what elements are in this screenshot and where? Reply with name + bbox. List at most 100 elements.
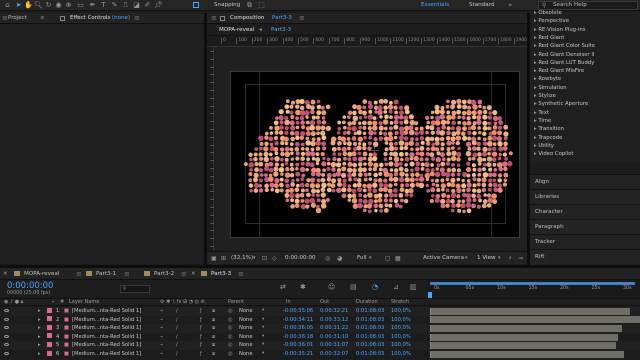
workspace-overflow-icon[interactable]: » xyxy=(508,0,512,11)
layer-stretch[interactable]: 100,0% xyxy=(391,333,411,342)
view-layout-select[interactable]: 1 View xyxy=(477,252,496,265)
layer-out-point[interactable]: 0:00:31:10 xyxy=(320,333,348,342)
layer-row[interactable]: ▸ 4 ■ [Medium...nta-Red Solid 1] ⌁ ∕ ƒ ⧈ ◎ None ▾ -… xyxy=(0,332,640,342)
effect-category-item[interactable]: ▸ Trapcode xyxy=(534,134,562,143)
layer-duration[interactable]: 0:01:08:03 xyxy=(356,324,384,333)
layer-in-point[interactable]: -0:00:35:06 xyxy=(283,307,313,316)
type-tool-icon[interactable]: T xyxy=(99,1,108,10)
region-of-interest-icon[interactable]: ▢ xyxy=(385,252,391,265)
magnification-icon[interactable]: ⊞ xyxy=(221,252,226,265)
effect-category-item[interactable]: ▸ Red Giant MisFire xyxy=(534,67,584,76)
effect-switch-icon[interactable]: ƒ xyxy=(200,333,202,342)
3d-layer-switch-icon[interactable]: ⧈ xyxy=(212,341,215,350)
layer-out-point[interactable]: 0:00:32:07 xyxy=(320,350,348,359)
quality-switch-icon[interactable]: ∕ xyxy=(176,307,178,316)
pan-behind-tool-icon[interactable]: ⊕ xyxy=(64,1,73,10)
label-color-swatch[interactable] xyxy=(47,350,52,359)
align-panel[interactable]: Align xyxy=(530,174,640,189)
zoom-level[interactable]: (32,1%) xyxy=(231,252,253,265)
parent-select[interactable]: None xyxy=(239,350,253,359)
expand-layer-icon[interactable]: ▸ xyxy=(38,341,41,350)
parent-pickwhip-icon[interactable]: ◎ xyxy=(228,316,233,325)
tab-part3-3[interactable]: Part3-3 xyxy=(201,268,231,280)
layer-name[interactable]: [Medium...nta-Red Solid 1] xyxy=(72,350,141,359)
close-tab-icon[interactable]: ✕ xyxy=(191,268,196,280)
parent-dropdown-icon[interactable]: ▾ xyxy=(262,333,264,342)
parent-select[interactable]: None xyxy=(239,307,253,316)
effect-category-item[interactable]: ▸ Obsolete xyxy=(534,9,562,18)
breadcrumb-item-part3-3[interactable]: Part3-3 xyxy=(271,25,291,36)
label-color-swatch[interactable] xyxy=(47,307,52,316)
layer-duration[interactable]: 0:01:08:03 xyxy=(356,341,384,350)
effect-switch-icon[interactable]: ƒ xyxy=(200,350,202,359)
tab-menu-icon[interactable]: ≡ xyxy=(124,268,130,280)
layer-duration-bar[interactable] xyxy=(430,350,624,358)
parent-select[interactable]: None xyxy=(239,341,253,350)
effect-category-item[interactable]: ▸ Video Copilot xyxy=(534,150,573,159)
effect-category-item[interactable]: ▸ Synthetic Aperture xyxy=(534,100,588,109)
workspace-essentials[interactable]: Essentials xyxy=(421,0,449,11)
3d-layer-switch-icon[interactable]: ⧈ xyxy=(212,350,215,359)
tab-menu-icon[interactable]: ≡ xyxy=(238,268,244,280)
layer-duration-bar[interactable] xyxy=(430,342,616,350)
rectangle-tool-icon[interactable]: ▭ xyxy=(76,1,85,10)
layer-duration-bar[interactable] xyxy=(430,324,622,332)
brush-tool-icon[interactable]: ✎ xyxy=(110,1,119,10)
layer-in-point[interactable]: -0:00:35:21 xyxy=(283,350,313,359)
effect-category-item[interactable]: ▸ Perspective xyxy=(534,17,569,26)
view-dropdown-icon[interactable]: ▾ xyxy=(498,252,501,265)
camera-select[interactable]: Active Camera xyxy=(423,252,464,265)
layer-duration[interactable]: 0:01:08:03 xyxy=(356,350,384,359)
layer-name[interactable]: [Medium...nta-Red Solid 1] xyxy=(72,324,141,333)
chart-icon[interactable]: ▥ xyxy=(410,283,417,291)
always-preview-icon[interactable]: ▣ xyxy=(211,252,217,265)
effect-category-item[interactable]: ▸ Simulation xyxy=(534,84,567,93)
layer-out-point[interactable]: 0:00:32:21 xyxy=(320,307,348,316)
stretch-column[interactable]: Stretch xyxy=(391,299,409,306)
tab-composition[interactable]: Composition xyxy=(230,13,264,24)
rotate-tool-icon[interactable]: ↻ xyxy=(44,1,53,10)
tab-part3-1[interactable]: Part3-1 xyxy=(86,268,116,280)
3d-layer-switch-icon[interactable]: ⧈ xyxy=(212,316,215,325)
hand-tool-icon[interactable]: ✋ xyxy=(24,1,33,10)
effect-category-item[interactable]: ▸ Transition xyxy=(534,125,564,134)
tab-menu-icon[interactable]: ≡ xyxy=(76,268,82,280)
quality-switch-icon[interactable]: ∕ xyxy=(176,341,178,350)
label-color-swatch[interactable] xyxy=(47,324,52,333)
layer-duration-bar[interactable] xyxy=(430,316,640,324)
layer-duration[interactable]: 0:01:08:03 xyxy=(356,307,384,316)
effect-category-item[interactable]: ▸ Text xyxy=(534,109,549,118)
pen-tool-icon[interactable]: ✒ xyxy=(88,1,97,10)
frame-blending-icon[interactable]: ▤ xyxy=(350,283,357,291)
paragraph-panel[interactable]: Paragraph xyxy=(530,219,640,234)
mask-visibility-icon[interactable]: ◇ xyxy=(272,252,277,265)
layer-duration-bar[interactable] xyxy=(430,333,618,341)
comp-canvas[interactable]: 400 xyxy=(230,71,520,238)
expand-layer-icon[interactable]: ▸ xyxy=(38,316,41,325)
camera-tool-icon[interactable]: ◉ xyxy=(54,1,63,10)
layer-stretch[interactable]: 100,0% xyxy=(391,350,411,359)
layer-row[interactable]: ▸ 5 ■ [Medium...nta-Red Solid 1] ⌁ ∕ ƒ ⧈ ◎ None ▾ -… xyxy=(0,341,640,350)
comp-viewer[interactable]: 400 xyxy=(214,47,527,251)
duration-column[interactable]: Duration xyxy=(356,299,378,306)
show-channel-icon[interactable]: ◕ xyxy=(337,252,342,265)
quality-switch-icon[interactable]: ∕ xyxy=(176,324,178,333)
layer-in-point[interactable]: -0:00:36:05 xyxy=(283,324,313,333)
comp-timecode[interactable]: 0:00:00:00 xyxy=(285,252,316,265)
breadcrumb-item-mopa-reveal[interactable]: MOPA-reveal xyxy=(219,25,254,36)
eraser-tool-icon[interactable]: ◪ xyxy=(132,1,141,10)
tab-mopa-reveal[interactable]: MOPA-reveal xyxy=(14,268,59,280)
time-ruler[interactable]: 0s 05s 10s 15s 20s 25s 30s xyxy=(428,280,640,298)
character-panel[interactable]: Character xyxy=(530,204,640,219)
effect-category-item[interactable]: ▸ Red Giant Color Suite xyxy=(534,42,595,51)
parent-dropdown-icon[interactable]: ▾ xyxy=(262,324,264,333)
snapshot-icon[interactable]: ◎ xyxy=(325,252,330,265)
effect-switch-icon[interactable]: ƒ xyxy=(200,324,202,333)
workspace-standard[interactable]: Standard xyxy=(469,0,494,11)
parent-pickwhip-icon[interactable]: ◎ xyxy=(228,350,233,359)
visibility-eye-icon[interactable] xyxy=(4,341,9,350)
layer-name[interactable]: [Medium...nta-Red Solid 1] xyxy=(72,307,141,316)
3d-layer-switch-icon[interactable]: ⧈ xyxy=(212,307,215,316)
quality-switch-icon[interactable]: ∕ xyxy=(176,316,178,325)
parent-pickwhip-icon[interactable]: ◎ xyxy=(228,341,233,350)
